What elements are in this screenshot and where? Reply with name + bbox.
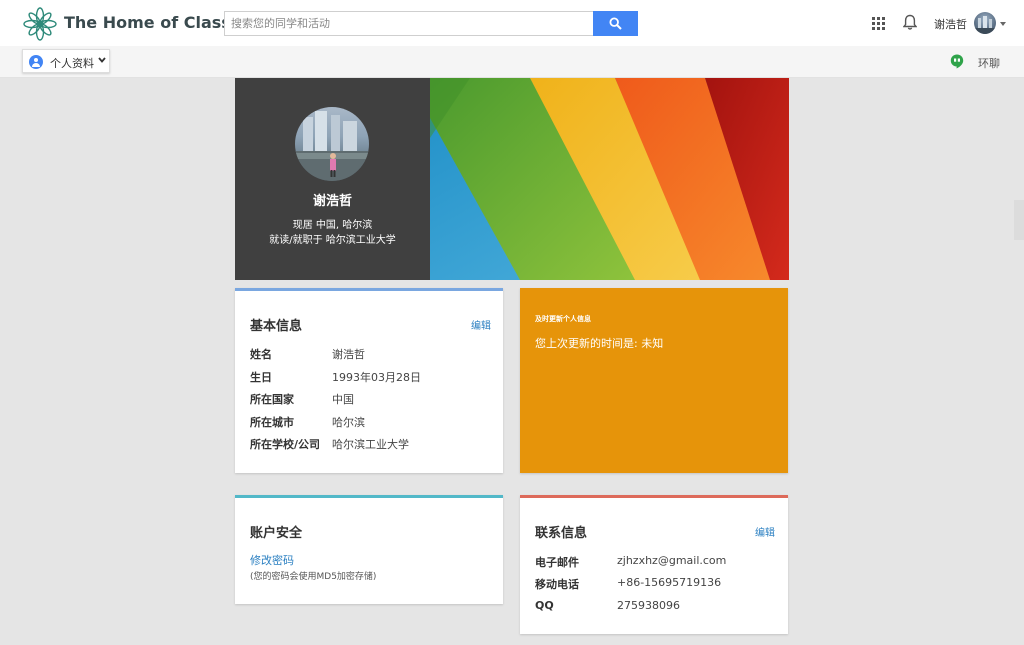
update-reminder-card: 及时更新个人信息 您上次更新的时间是: 未知 bbox=[520, 288, 788, 473]
contact-label-qq: QQ bbox=[535, 599, 554, 612]
username-label[interactable]: 谢浩哲 bbox=[934, 16, 967, 32]
avatar-photo-icon bbox=[974, 16, 996, 34]
search-input[interactable] bbox=[224, 11, 594, 36]
info-label-country: 所在国家 bbox=[250, 393, 294, 406]
search-icon bbox=[609, 17, 622, 30]
last-updated-text: 您上次更新的时间是: 未知 bbox=[535, 337, 664, 350]
contact-value-email: zjhzxhz@gmail.com bbox=[617, 554, 727, 567]
hero-profile-panel: 谢浩哲 现居 中国, 哈尔滨 就读/就职于 哈尔滨工业大学 bbox=[235, 78, 430, 280]
avatar-photo-icon bbox=[295, 111, 369, 181]
profile-dropdown-label: 个人资料 bbox=[50, 57, 94, 70]
avatar[interactable] bbox=[974, 12, 996, 34]
apps-grid-icon[interactable] bbox=[872, 17, 886, 31]
search-button[interactable] bbox=[593, 11, 638, 36]
profile-icon bbox=[29, 55, 43, 69]
contact-value-qq: 275938096 bbox=[617, 599, 680, 612]
info-value-name: 谢浩哲 bbox=[332, 348, 365, 361]
profile-name: 谢浩哲 bbox=[312, 194, 352, 209]
scrollbar[interactable] bbox=[1014, 200, 1024, 240]
contact-value-phone: +86-15695719136 bbox=[617, 576, 722, 589]
password-note: (您的密码会使用MD5加密存储) bbox=[250, 572, 377, 582]
hangouts-icon[interactable] bbox=[950, 54, 964, 69]
profile-avatar bbox=[295, 107, 369, 181]
info-value-city: 哈尔滨 bbox=[332, 416, 365, 429]
basic-info-card: 基本信息 编辑 姓名 谢浩哲 生日 1993年03月28日 所在国家 中国 所在… bbox=[235, 288, 503, 473]
cover-photo-icon bbox=[430, 78, 789, 280]
card-accent-bar bbox=[235, 288, 503, 291]
change-password-link[interactable]: 修改密码 bbox=[250, 552, 294, 568]
info-value-school: 哈尔滨工业大学 bbox=[332, 438, 409, 451]
profile-school: 就读/就职于 哈尔滨工业大学 bbox=[269, 235, 396, 246]
card-accent-bar bbox=[520, 495, 788, 498]
info-label-birthday: 生日 bbox=[250, 371, 272, 384]
profile-location: 现居 中国, 哈尔滨 bbox=[292, 220, 373, 231]
caret-down-icon[interactable] bbox=[1000, 22, 1006, 26]
card-accent-bar bbox=[235, 495, 503, 498]
contact-edit-link[interactable]: 编辑 bbox=[755, 524, 775, 539]
chevron-down-icon bbox=[98, 57, 106, 63]
info-label-school: 所在学校/公司 bbox=[250, 438, 321, 451]
info-value-birthday: 1993年03月28日 bbox=[332, 371, 421, 384]
contact-label-phone: 移动电话 bbox=[535, 578, 579, 591]
basic-info-edit-link[interactable]: 编辑 bbox=[471, 317, 491, 332]
update-reminder-title: 及时更新个人信息 bbox=[535, 315, 591, 323]
security-title: 账户安全 bbox=[250, 526, 303, 541]
contact-title: 联系信息 bbox=[535, 526, 588, 541]
basic-info-title: 基本信息 bbox=[250, 319, 303, 334]
info-value-country: 中国 bbox=[332, 393, 354, 406]
account-security-card: 账户安全 修改密码 (您的密码会使用MD5加密存储) bbox=[235, 495, 503, 604]
contact-info-card: 联系信息 编辑 电子邮件 zjhzxhz@gmail.com 移动电话 +86-… bbox=[520, 495, 788, 634]
sub-bar: 个人资料 环聊 bbox=[0, 46, 1024, 78]
profile-hero: 谢浩哲 现居 中国, 哈尔滨 就读/就职于 哈尔滨工业大学 bbox=[235, 78, 789, 280]
info-label-city: 所在城市 bbox=[250, 416, 294, 429]
brand-title[interactable]: The Home of Class8 bbox=[64, 13, 242, 32]
cover-image bbox=[430, 78, 789, 280]
profile-dropdown[interactable]: 个人资料 bbox=[22, 49, 110, 73]
top-bar: The Home of Class8 谢浩哲 bbox=[0, 0, 1024, 46]
flower-logo-icon[interactable] bbox=[22, 6, 58, 42]
bell-icon[interactable] bbox=[903, 14, 917, 31]
contact-label-email: 电子邮件 bbox=[535, 556, 579, 569]
info-label-name: 姓名 bbox=[250, 348, 272, 361]
hangouts-label[interactable]: 环聊 bbox=[978, 55, 1000, 71]
